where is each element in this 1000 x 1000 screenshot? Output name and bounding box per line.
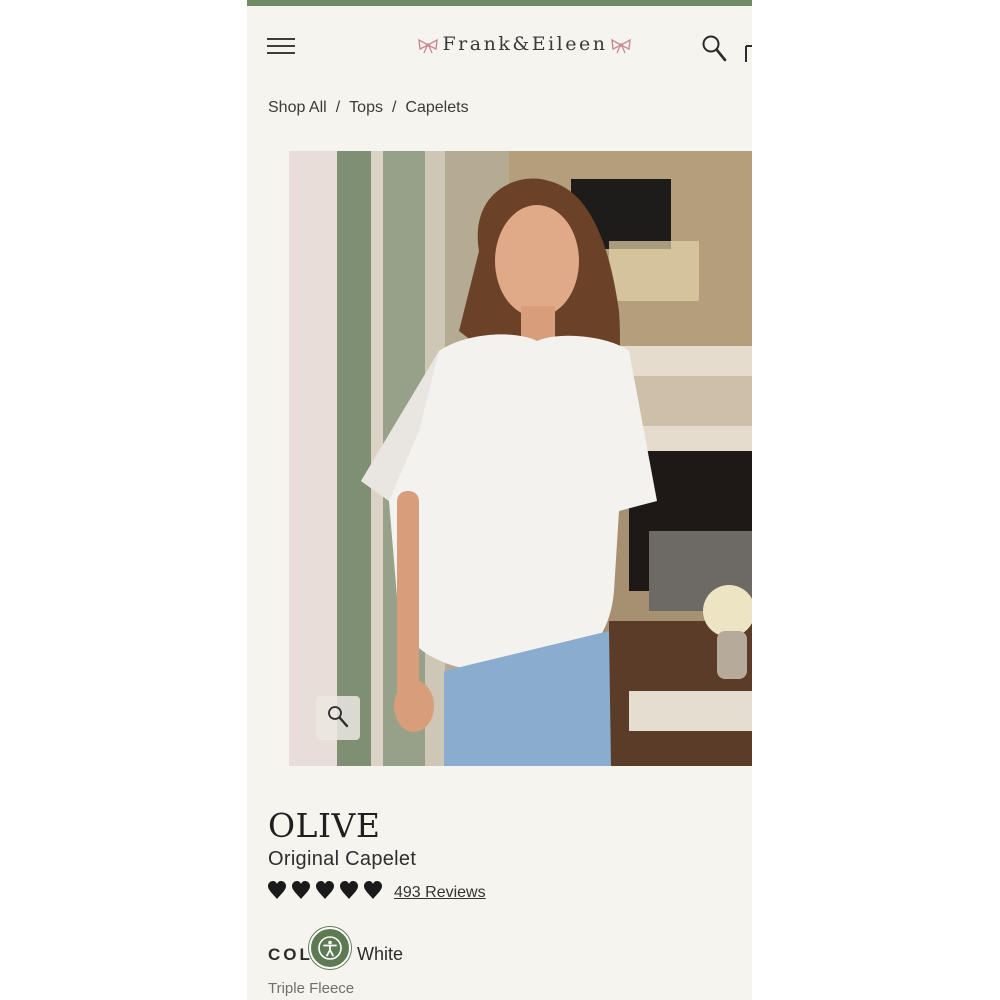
top-accent-bar: [247, 0, 752, 6]
reviews-link[interactable]: 493 Reviews: [394, 884, 486, 902]
breadcrumb-capelets[interactable]: Capelets: [405, 99, 468, 116]
accessibility-icon: [318, 936, 342, 960]
breadcrumb-tops[interactable]: Tops: [349, 99, 383, 116]
search-icon[interactable]: [701, 34, 727, 62]
bow-right-icon: [611, 38, 631, 54]
zoom-icon: [328, 706, 349, 728]
brand-logo[interactable]: Frank&Eileen: [415, 33, 635, 55]
color-value: White: [357, 944, 404, 964]
breadcrumb-separator: /: [391, 99, 397, 116]
breadcrumb: Shop All / Tops / Capelets: [268, 99, 469, 117]
heart-icon: [340, 881, 358, 899]
hamburger-menu-icon[interactable]: [267, 38, 295, 58]
heart-icon: [292, 881, 310, 899]
heart-icon: [268, 881, 286, 899]
product-image[interactable]: [289, 151, 752, 766]
product-brand: OLIVE: [268, 806, 381, 845]
breadcrumb-separator: /: [335, 99, 341, 116]
heart-icon: [316, 881, 334, 899]
product-name: Original Capelet: [268, 848, 417, 870]
accessibility-button[interactable]: [309, 927, 351, 969]
zoom-button[interactable]: [316, 696, 360, 740]
heart-icon: [364, 881, 382, 899]
product-page: Frank&Eileen Shop All / Tops / Capelets: [247, 0, 752, 1000]
breadcrumb-shop-all[interactable]: Shop All: [268, 99, 327, 116]
fabric-label: Triple Fleece: [268, 980, 355, 997]
cart-icon[interactable]: [744, 40, 752, 62]
